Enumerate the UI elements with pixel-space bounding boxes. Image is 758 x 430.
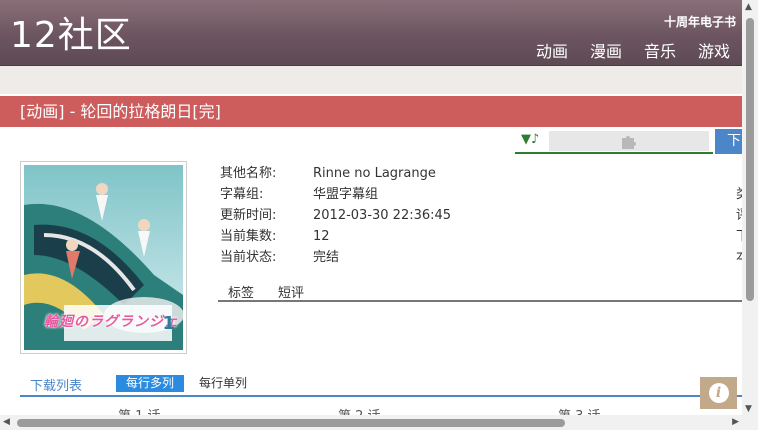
episode-link[interactable]: 第 2 话	[338, 405, 381, 415]
episode-link[interactable]: 第 3 话	[558, 405, 601, 415]
view-multi-column-button[interactable]: 每行多列	[116, 375, 185, 392]
episode-list: 第 1 话 第 2 话 第 3 话	[0, 405, 742, 415]
info-value: 完结	[313, 250, 340, 265]
scroll-right-icon[interactable]: ▶	[732, 417, 739, 427]
info-floating-button[interactable]: i	[700, 377, 737, 409]
cover-image: 輪廻のラグランジェ 1	[20, 161, 187, 354]
info-row-alt-name: 其他名称: Rinne no Lagrange	[220, 163, 451, 184]
cover-volume-number: 1	[162, 313, 175, 334]
plugin-placeholder[interactable]	[549, 131, 709, 151]
vertical-scrollbar[interactable]: ▲ ▼	[742, 0, 758, 416]
anime-info-table: 其他名称: Rinne no Lagrange 字幕组: 华盟字幕组 更新时间:…	[220, 163, 451, 268]
tab-tags[interactable]: 标签	[228, 282, 254, 301]
tab-short-reviews[interactable]: 短评	[278, 282, 304, 301]
view-single-column-button[interactable]: 每行单列	[199, 375, 247, 392]
info-value: Rinne no Lagrange	[313, 166, 436, 181]
info-value: 12	[313, 229, 330, 244]
site-header: 12社区 十周年电子书 动画 漫画 音乐 游戏	[0, 0, 742, 66]
detail-tabs: 标签 短评	[218, 280, 742, 302]
info-icon: i	[708, 383, 729, 403]
scroll-down-icon[interactable]: ▼	[745, 404, 752, 414]
main-nav: 动画 漫画 音乐 游戏	[536, 38, 730, 62]
nav-item-anime[interactable]: 动画	[536, 38, 568, 62]
download-list-header: 下载列表 每行多列 每行单列	[20, 372, 742, 397]
site-logo[interactable]: 12社区	[10, 14, 132, 58]
nav-item-games[interactable]: 游戏	[698, 38, 730, 62]
horizontal-scroll-thumb[interactable]	[17, 419, 565, 427]
cover-title-text: 輪廻のラグランジェ	[44, 314, 179, 330]
nav-item-music[interactable]: 音乐	[644, 38, 676, 62]
puzzle-piece-icon	[622, 136, 636, 149]
media-player-bar: ▼♪	[515, 129, 713, 154]
cover-artwork: 輪廻のラグランジェ 1	[24, 165, 183, 350]
info-label: 当前状态:	[220, 250, 277, 265]
header-strip	[0, 66, 742, 94]
info-row-subgroup: 字幕组: 华盟字幕组	[220, 184, 451, 205]
sound-icon[interactable]: ▼♪	[521, 132, 539, 147]
info-value: 2012-03-30 22:36:45	[313, 208, 452, 223]
scroll-up-icon[interactable]: ▲	[745, 2, 752, 12]
info-label: 字幕组:	[220, 187, 264, 202]
scrollbar-corner	[742, 416, 758, 430]
info-row-status: 当前状态: 完结	[220, 247, 451, 268]
ebook-link[interactable]: 十周年电子书	[664, 13, 736, 30]
info-label: 当前集数:	[220, 229, 277, 244]
info-label: 其他名称:	[220, 166, 277, 181]
info-value[interactable]: 华盟字幕组	[313, 184, 378, 205]
vertical-scroll-thumb[interactable]	[746, 18, 754, 301]
info-label: 更新时间:	[220, 208, 277, 223]
download-list-title: 下载列表	[30, 379, 83, 394]
info-row-updated: 更新时间: 2012-03-30 22:36:45	[220, 205, 451, 226]
download-button[interactable]: 下	[715, 129, 742, 154]
info-row-episodes: 当前集数: 12	[220, 226, 451, 247]
scroll-left-icon[interactable]: ◀	[3, 417, 10, 427]
horizontal-scrollbar[interactable]: ◀ ▶	[0, 415, 742, 430]
page-title: [动画] - 轮回的拉格朗日[完]	[0, 96, 742, 127]
episode-link[interactable]: 第 1 话	[118, 405, 161, 415]
nav-item-comics[interactable]: 漫画	[590, 38, 622, 62]
